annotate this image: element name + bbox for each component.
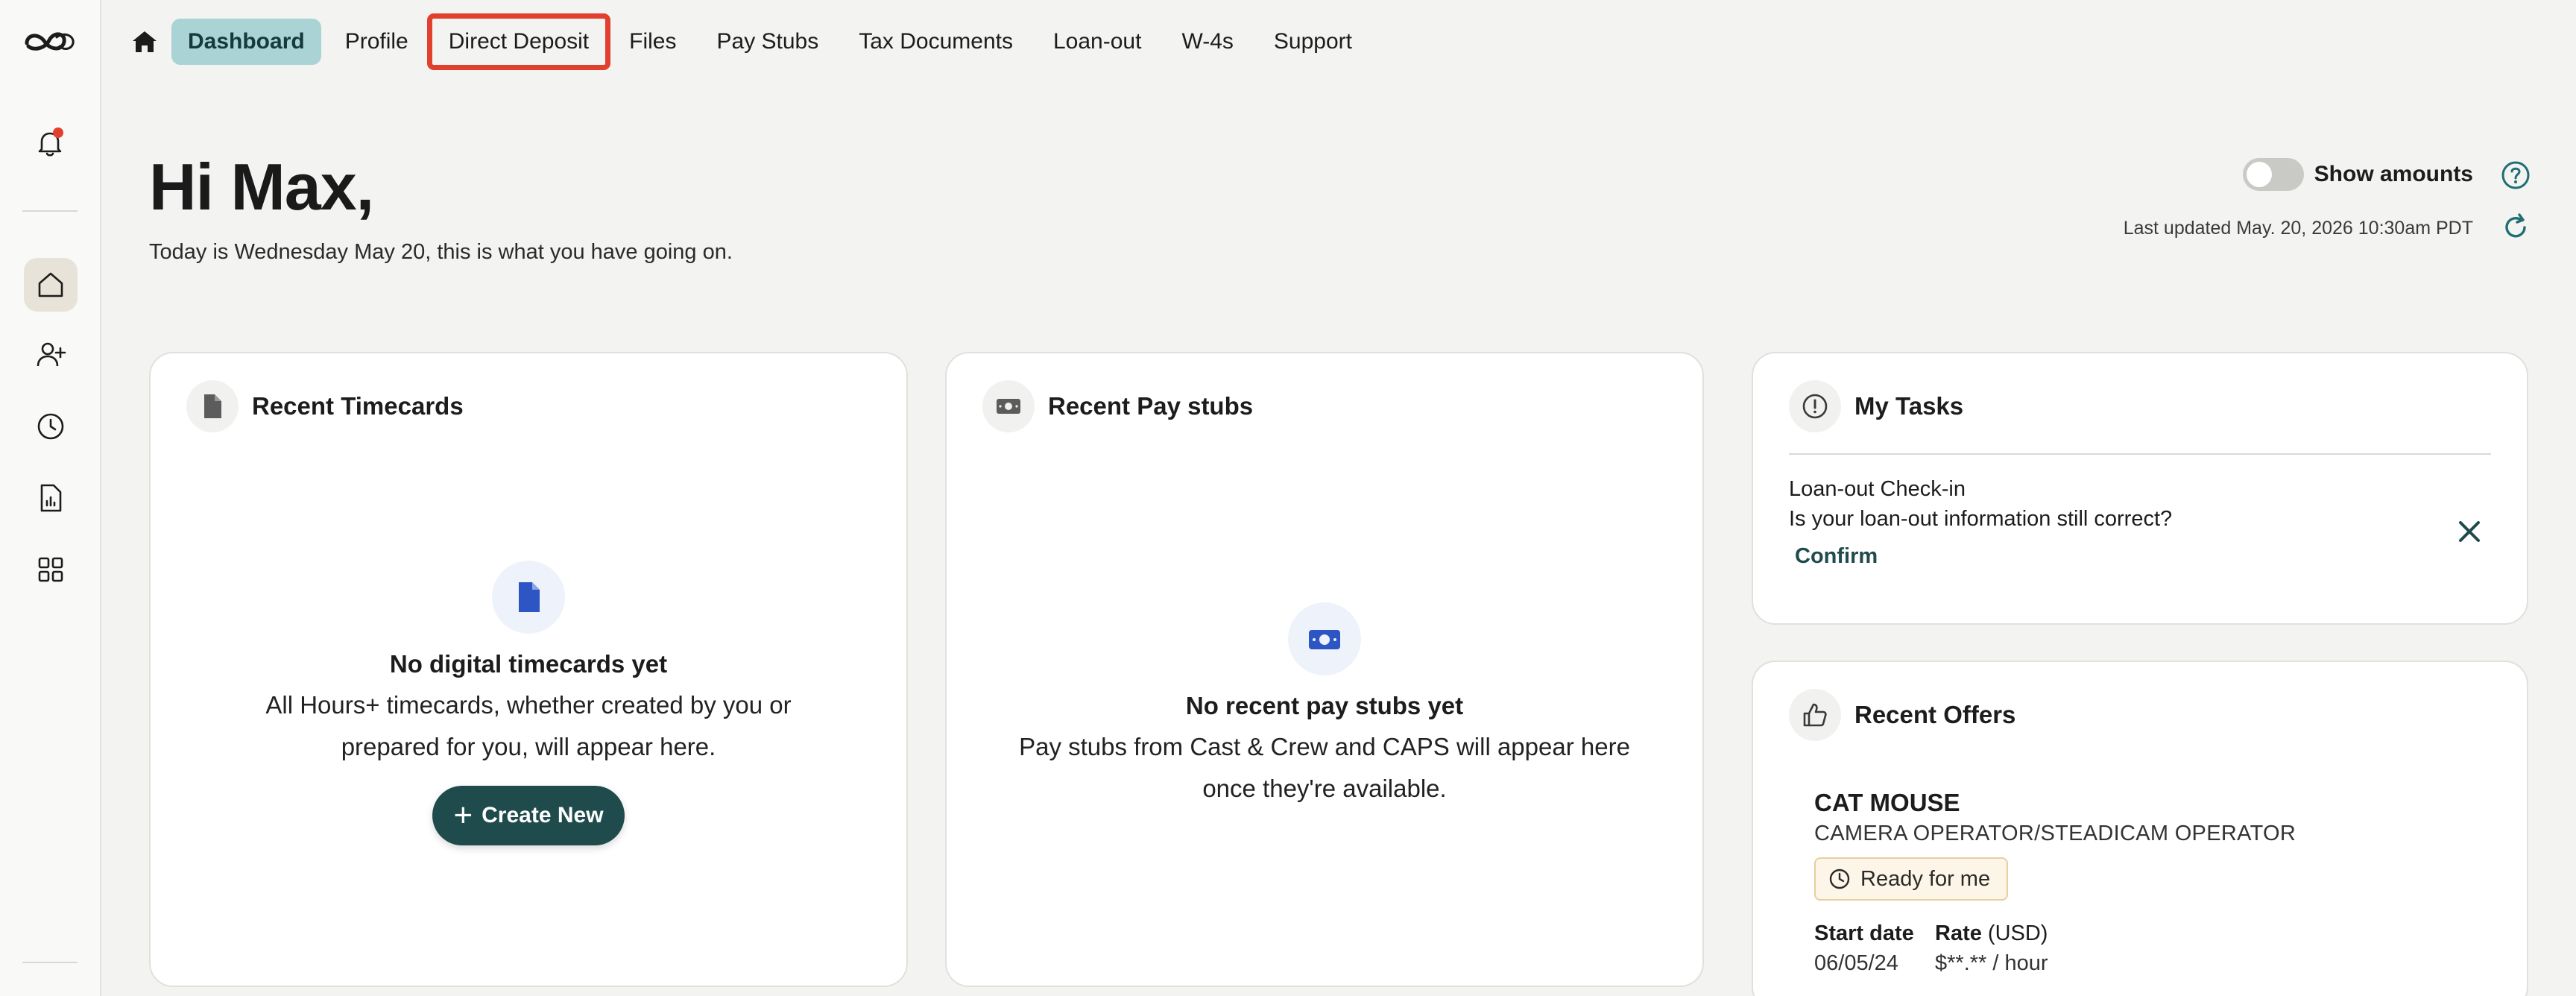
timecards-empty-title: No digital timecards yet <box>389 650 668 678</box>
rail-people-button[interactable] <box>24 328 78 382</box>
rail-apps-button[interactable] <box>24 543 78 596</box>
clock-icon <box>37 413 64 440</box>
rail-history-button[interactable] <box>24 400 78 453</box>
document-icon <box>204 394 221 418</box>
paystubs-badge <box>982 380 1035 432</box>
timecards-empty-state: No digital timecards yet All Hours+ time… <box>151 561 906 845</box>
tab-profile[interactable]: Profile <box>329 19 425 65</box>
recent-paystubs-card: Recent Pay stubs No recent pay stubs yet… <box>945 352 1704 987</box>
paystubs-empty-title: No recent pay stubs yet <box>1185 692 1464 719</box>
offer-rate-value: $**.** / hour <box>1935 951 2048 975</box>
tab-loan-out[interactable]: Loan-out <box>1037 19 1158 65</box>
refresh-icon[interactable] <box>2500 212 2531 243</box>
offers-title: Recent Offers <box>1854 701 2016 728</box>
plus-icon: + <box>453 797 473 833</box>
document-icon <box>519 582 540 612</box>
alert-icon <box>1802 394 1828 419</box>
paystubs-title: Recent Pay stubs <box>1048 392 1254 420</box>
bell-icon[interactable] <box>33 125 67 160</box>
tab-w4s[interactable]: W-4s <box>1165 19 1249 65</box>
offers-badge <box>1789 689 1841 741</box>
timecards-title: Recent Timecards <box>252 392 464 420</box>
offer-role: CAMERA OPERATOR/STEADICAM OPERATOR <box>1814 822 2296 845</box>
recent-offers-card: Recent Offers CAT MOUSE CAMERA OPERATOR/… <box>1752 661 2528 996</box>
offer-status-label: Ready for me <box>1860 866 1991 891</box>
home-icon[interactable] <box>130 27 160 57</box>
tasks-badge <box>1789 380 1841 432</box>
rail-home-button[interactable] <box>24 258 78 312</box>
paystubs-empty-desc: Pay stubs from Cast & Crew and CAPS will… <box>1019 733 1630 802</box>
tab-support[interactable]: Support <box>1257 19 1368 65</box>
offers-header: Recent Offers <box>1789 689 2015 741</box>
clock-icon <box>1829 869 1850 889</box>
show-amounts-label: Show amounts <box>2314 162 2473 186</box>
recent-timecards-card: Recent Timecards No digital timecards ye… <box>149 352 908 987</box>
rail-divider <box>22 210 78 212</box>
logo-icon[interactable] <box>22 27 78 57</box>
tasks-header: My Tasks <box>1789 380 1963 432</box>
tasks-title: My Tasks <box>1854 392 1964 420</box>
offer-start-value: 06/05/24 <box>1814 951 1898 975</box>
paystubs-empty-badge <box>1288 602 1361 675</box>
create-new-button[interactable]: + Create New <box>432 786 625 845</box>
timecards-empty-badge <box>492 561 565 634</box>
offer-rate-label: Rate (USD) <box>1935 921 2048 945</box>
add-user-icon <box>37 342 66 367</box>
tab-dashboard[interactable]: Dashboard <box>171 19 321 65</box>
tab-pay-stubs[interactable]: Pay Stubs <box>701 19 836 65</box>
timecards-header: Recent Timecards <box>186 380 464 432</box>
offer-project-name[interactable]: CAT MOUSE <box>1814 789 1960 817</box>
grid-icon <box>38 557 63 582</box>
task-confirm-link[interactable]: Confirm <box>1795 544 1878 569</box>
left-rail <box>0 0 101 996</box>
paystubs-empty-state: No recent pay stubs yet Pay stubs from C… <box>947 602 1702 810</box>
show-amounts-control: Show amounts <box>2242 158 2473 191</box>
show-amounts-toggle[interactable] <box>2242 158 2304 191</box>
timecards-empty-desc: All Hours+ timecards, whether created by… <box>265 691 792 760</box>
money-icon <box>1309 630 1340 649</box>
tab-files[interactable]: Files <box>613 19 692 65</box>
last-updated-text: Last updated May. 20, 2026 10:30am PDT <box>2123 218 2473 239</box>
close-icon[interactable] <box>2455 517 2484 546</box>
money-icon <box>997 399 1020 414</box>
paystubs-header: Recent Pay stubs <box>982 380 1253 432</box>
page-title: Hi Max, <box>149 150 374 224</box>
rail-reports-button[interactable] <box>24 471 78 525</box>
timecards-badge <box>186 380 239 432</box>
tasks-divider <box>1789 453 2491 455</box>
my-tasks-card: My Tasks Loan-out Check-in Is your loan-… <box>1752 352 2528 625</box>
task-item-desc: Is your loan-out information still corre… <box>1789 507 2173 531</box>
create-new-label: Create New <box>482 803 604 828</box>
document-chart-icon <box>40 484 62 512</box>
offer-start-label: Start date <box>1814 921 1914 945</box>
tab-tax-documents[interactable]: Tax Documents <box>842 19 1029 65</box>
thumbs-up-icon <box>1803 703 1827 727</box>
home-icon <box>38 272 63 297</box>
task-item-title: Loan-out Check-in <box>1789 477 1966 501</box>
page-subtitle: Today is Wednesday May 20, this is what … <box>149 240 733 264</box>
top-nav: Dashboard Profile Direct Deposit Files P… <box>101 0 2576 83</box>
rail-divider-bottom <box>22 962 78 963</box>
tab-direct-deposit[interactable]: Direct Deposit <box>426 13 611 70</box>
help-icon[interactable] <box>2500 160 2531 191</box>
offer-status-badge: Ready for me <box>1814 857 2009 901</box>
